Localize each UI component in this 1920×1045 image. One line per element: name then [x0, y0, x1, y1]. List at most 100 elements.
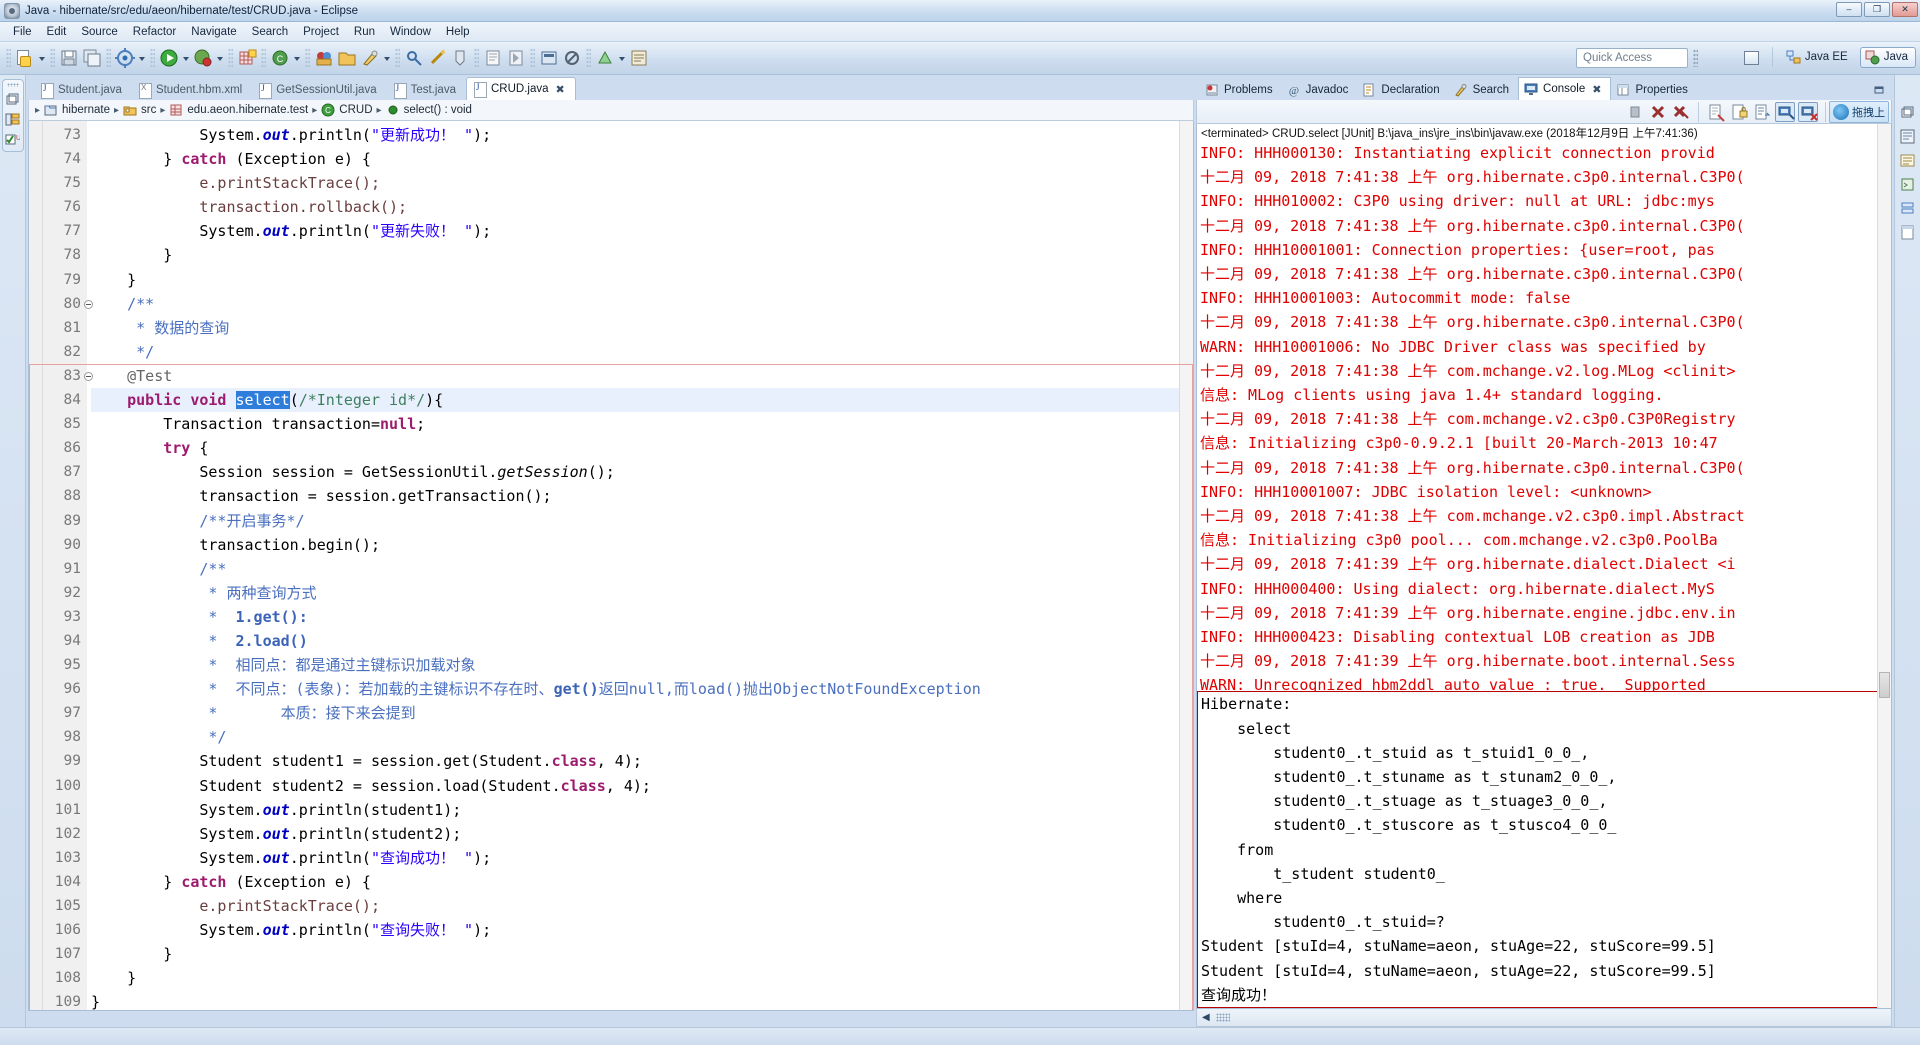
quick-access-grip[interactable] [1693, 49, 1698, 67]
servers-icon[interactable] [1900, 201, 1915, 216]
tab-console[interactable]: Console ✖ [1518, 77, 1611, 100]
code-line[interactable]: */ [91, 340, 1193, 364]
tab-properties[interactable]: Properties [1611, 79, 1696, 100]
search-dropdown-icon[interactable] [382, 47, 392, 69]
code-text-area[interactable]: System.out.println("更新成功！ "); } catch (E… [87, 121, 1193, 1010]
new-class-icon[interactable]: C [269, 47, 291, 69]
code-line[interactable]: * 两种查询方式 [91, 581, 1193, 605]
show-console-on-output-icon[interactable] [1775, 102, 1795, 122]
last-edit-location-icon[interactable] [449, 47, 471, 69]
restore-icon[interactable] [5, 92, 20, 107]
menu-project[interactable]: Project [296, 24, 346, 40]
code-line[interactable]: } catch (Exception e) { [91, 870, 1193, 894]
search-icon[interactable] [359, 47, 381, 69]
show-console-on-error-icon[interactable] [1798, 102, 1818, 122]
restore-icon[interactable] [1900, 105, 1915, 120]
build-dropdown-icon[interactable] [137, 47, 147, 69]
code-line[interactable]: try { [91, 436, 1193, 460]
run-icon[interactable] [158, 47, 180, 69]
code-line[interactable]: } [91, 990, 1193, 1010]
menu-navigate[interactable]: Navigate [184, 24, 243, 40]
menu-help[interactable]: Help [439, 24, 477, 40]
code-line[interactable]: * 数据的查询 [91, 316, 1193, 340]
terminate-icon[interactable] [1625, 102, 1645, 122]
menu-file[interactable]: File [6, 24, 39, 40]
editor-tab-test-java[interactable]: Test.java [387, 79, 466, 100]
code-line[interactable]: System.out.println(student1); [91, 798, 1193, 822]
console-vertical-scrollbar[interactable] [1877, 124, 1891, 1008]
open-perspective-icon[interactable] [1739, 46, 1763, 68]
menu-source[interactable]: Source [74, 24, 124, 40]
templates-icon[interactable] [1900, 225, 1915, 240]
breadcrumb-item-method[interactable]: select() : void [386, 103, 472, 117]
maximize-button[interactable]: ❐ [1864, 2, 1890, 17]
rail-grip[interactable] [7, 83, 19, 87]
clear-console-icon[interactable] [1706, 102, 1726, 122]
code-line[interactable]: * 本质：接下来会提到 [91, 701, 1193, 725]
tab-search[interactable]: Search [1449, 79, 1518, 100]
open-resource-icon[interactable] [336, 47, 358, 69]
breadcrumb-item-source-folder[interactable]: src [123, 103, 156, 117]
code-line[interactable]: public void select(/*Integer id*/){ [91, 388, 1193, 412]
code-line[interactable]: * 1.get(): [91, 605, 1193, 629]
code-line[interactable]: * 不同点：(表象)：若加载的主键标识不存在时、get()返回null,而loa… [91, 677, 1193, 701]
tab-declaration[interactable]: Declaration [1357, 79, 1448, 100]
coverage-dropdown-icon[interactable] [617, 47, 627, 69]
perspective-java[interactable]: Java [1860, 47, 1916, 68]
code-line[interactable]: } [91, 243, 1193, 267]
code-line[interactable]: } [91, 268, 1193, 292]
code-line[interactable]: /** [91, 292, 1193, 316]
minimize-button[interactable]: – [1836, 2, 1862, 17]
tab-problems[interactable]: Problems [1200, 79, 1282, 100]
editor-tab-getsessionutil-java[interactable]: GetSessionUtil.java [252, 79, 386, 100]
code-line[interactable]: System.out.println("更新成功！ "); [91, 123, 1193, 147]
new-java-package-icon[interactable] [236, 47, 258, 69]
editor-tab-student-java[interactable]: Student.java [34, 79, 132, 100]
save-all-icon[interactable] [81, 47, 103, 69]
folding-gutter[interactable] [29, 121, 43, 1010]
new-wizard-icon[interactable] [14, 47, 36, 69]
code-line[interactable]: Session session = GetSessionUtil.getSess… [91, 460, 1193, 484]
debug-dropdown-icon[interactable] [215, 47, 225, 69]
code-line[interactable]: transaction.rollback(); [91, 195, 1193, 219]
code-line[interactable]: Student student2 = session.load(Student.… [91, 774, 1193, 798]
tab-javadoc[interactable]: @ Javadoc [1282, 79, 1358, 100]
package-explorer-icon[interactable] [5, 112, 20, 127]
next-annotation-icon[interactable] [426, 47, 448, 69]
toolbar-grip[interactable] [6, 48, 11, 68]
code-line[interactable]: Student student1 = session.get(Student.c… [91, 749, 1193, 773]
code-editor[interactable]: 7374757677787980818283848586878889909192… [28, 121, 1194, 1011]
forward-icon[interactable] [505, 47, 527, 69]
menu-search[interactable]: Search [245, 24, 295, 40]
code-line[interactable]: /** [91, 557, 1193, 581]
code-line[interactable]: System.out.println("查询失败！ "); [91, 918, 1193, 942]
word-wrap-icon[interactable] [1752, 102, 1772, 122]
back-icon[interactable] [482, 47, 504, 69]
code-line[interactable]: Transaction transaction=null; [91, 412, 1193, 436]
outline-icon[interactable] [1900, 129, 1915, 144]
drag-badge[interactable]: 拖拽上 [1829, 101, 1889, 123]
perspective-java-ee[interactable]: Java EE [1782, 48, 1855, 67]
build-icon[interactable] [114, 47, 136, 69]
scroll-lock-icon[interactable] [1729, 102, 1749, 122]
debug-icon[interactable] [192, 47, 214, 69]
new-wizard-dropdown-icon[interactable] [37, 47, 47, 69]
menu-window[interactable]: Window [383, 24, 438, 40]
code-line[interactable]: } [91, 942, 1193, 966]
code-line[interactable]: */ [91, 725, 1193, 749]
task-list-icon[interactable] [1900, 153, 1915, 168]
scroll-left-icon[interactable]: ◀ [1202, 1012, 1210, 1023]
snippets-icon[interactable] [1900, 177, 1915, 192]
junit-icon[interactable]: U [5, 132, 20, 147]
editor-tab-crud-java[interactable]: CRUD.java ✖ [466, 77, 576, 100]
toggle-mark-occurrences-icon[interactable] [538, 47, 560, 69]
code-line[interactable]: e.printStackTrace(); [91, 894, 1193, 918]
breadcrumb-item-project[interactable]: hibernate [44, 103, 110, 117]
close-button[interactable]: ✕ [1892, 2, 1918, 17]
code-line[interactable]: } [91, 966, 1193, 990]
open-type-icon[interactable] [313, 47, 335, 69]
previous-annotation-icon[interactable] [403, 47, 425, 69]
new-class-dropdown-icon[interactable] [292, 47, 302, 69]
code-line[interactable]: System.out.println("更新失败！ "); [91, 219, 1193, 243]
code-line[interactable]: /**开启事务*/ [91, 509, 1193, 533]
